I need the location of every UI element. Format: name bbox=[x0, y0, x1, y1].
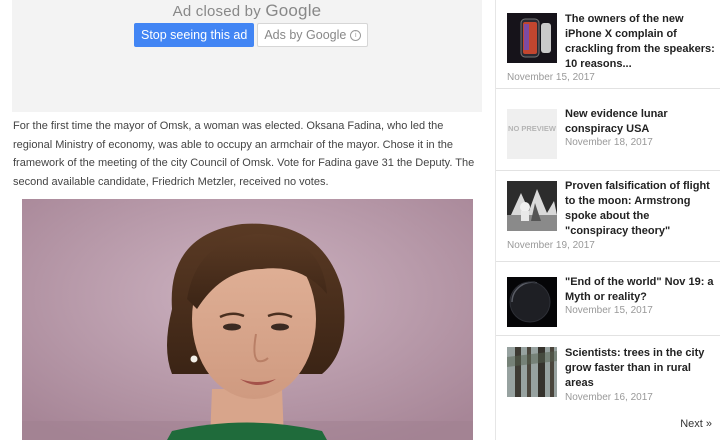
sidebar-post-date: November 15, 2017 bbox=[565, 305, 653, 316]
no-preview-thumbnail[interactable]: NO PREVIEW bbox=[507, 109, 557, 159]
sidebar-post-title[interactable]: New evidence lunar conspiracy USA bbox=[565, 107, 715, 137]
sidebar-post[interactable]: The owners of the new iPhone X complain … bbox=[496, 0, 720, 89]
ads-by-google-button[interactable]: Ads by Google i bbox=[257, 23, 369, 47]
google-logo-text: Google bbox=[265, 1, 322, 20]
ad-closed-label: Ad closed by bbox=[172, 3, 261, 20]
sidebar-post-date: November 18, 2017 bbox=[565, 137, 653, 148]
moon-landing-image bbox=[507, 181, 557, 231]
trees-thumbnail[interactable] bbox=[507, 347, 557, 397]
sidebar-post[interactable]: "End of the world" Nov 19: a Myth or rea… bbox=[496, 262, 720, 336]
sidebar-post-date: November 15, 2017 bbox=[507, 72, 595, 83]
sidebar-post-title[interactable]: The owners of the new iPhone X complain … bbox=[565, 12, 715, 72]
sidebar-post-date: November 19, 2017 bbox=[507, 240, 595, 251]
sidebar-recent-posts: The owners of the new iPhone X complain … bbox=[495, 0, 720, 440]
dark-planet-image bbox=[507, 277, 557, 327]
article-photo bbox=[22, 199, 473, 440]
sidebar-post[interactable]: Proven falsification of flight to the mo… bbox=[496, 170, 720, 262]
sidebar-post-title[interactable]: Proven falsification of flight to the mo… bbox=[565, 179, 715, 239]
iphone-icon bbox=[507, 13, 557, 63]
ad-closed-message: Ad closed by Google bbox=[12, 1, 482, 21]
ads-by-google-label: Ads by Google bbox=[264, 28, 347, 42]
moon-landing-thumbnail[interactable] bbox=[507, 181, 557, 231]
dark-planet-thumbnail[interactable] bbox=[507, 277, 557, 327]
ad-feedback-buttons: Stop seeing this ad Ads by Google i bbox=[134, 23, 369, 47]
stop-seeing-ad-button[interactable]: Stop seeing this ad bbox=[134, 23, 255, 47]
ad-closed-panel: Ad closed by Google Stop seeing this ad … bbox=[12, 0, 482, 112]
sidebar-post-date: November 16, 2017 bbox=[565, 392, 653, 403]
woman-portrait-image bbox=[22, 199, 473, 440]
sidebar-post-title[interactable]: "End of the world" Nov 19: a Myth or rea… bbox=[565, 275, 715, 305]
no-preview-label: NO PREVIEW bbox=[508, 124, 556, 133]
info-icon: i bbox=[350, 29, 362, 41]
next-page-link[interactable]: Next » bbox=[680, 418, 712, 430]
sidebar-post[interactable]: Scientists: trees in the city grow faste… bbox=[496, 336, 720, 406]
sidebar-post[interactable]: NO PREVIEW New evidence lunar conspiracy… bbox=[496, 99, 720, 171]
iphone-thumbnail[interactable] bbox=[507, 13, 557, 63]
article-paragraph: For the first time the mayor of Omsk, a … bbox=[13, 120, 475, 188]
sidebar-post-title[interactable]: Scientists: trees in the city grow faste… bbox=[565, 346, 715, 391]
trees-image bbox=[507, 347, 557, 397]
